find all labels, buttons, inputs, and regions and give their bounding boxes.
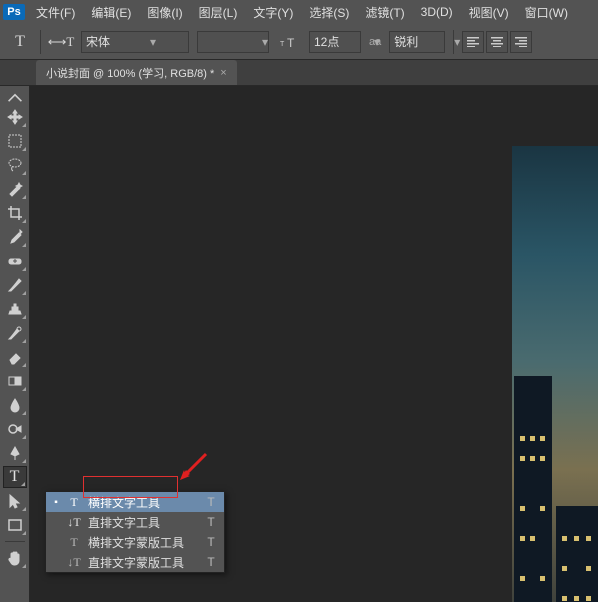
menu-select[interactable]: 选择(S) bbox=[301, 0, 357, 24]
chevron-down-icon: ▾ bbox=[454, 35, 460, 49]
type-tool-flyout: ▪ T 横排文字工具 T ↓T 直排文字工具 T T 横排文字蒙版工具 T ↓T… bbox=[45, 491, 225, 573]
type-mask-icon: T bbox=[66, 535, 82, 550]
eraser-tool[interactable] bbox=[3, 346, 27, 368]
antialias-dropdown[interactable]: 锐利 ▾ bbox=[389, 31, 445, 53]
menu-filter[interactable]: 滤镜(T) bbox=[357, 0, 412, 24]
brush-tool[interactable] bbox=[3, 274, 27, 296]
collapse-icon[interactable] bbox=[3, 92, 27, 104]
svg-text:T: T bbox=[280, 41, 285, 48]
document-tab-title: 小说封面 @ 100% (学习, RGB/8) * bbox=[46, 65, 214, 81]
text-align-group bbox=[462, 31, 532, 53]
type-icon: T bbox=[66, 495, 82, 510]
menu-view[interactable]: 视图(V) bbox=[461, 0, 517, 24]
chevron-down-icon: ▾ bbox=[262, 35, 268, 49]
pen-tool[interactable] bbox=[3, 442, 27, 464]
flyout-shortcut: T bbox=[204, 515, 218, 529]
menu-image[interactable]: 图像(I) bbox=[139, 0, 190, 24]
options-bar: T ⟷T 宋体 ▾ ▾ TT 12点 ▾ aa 锐利 ▾ bbox=[0, 24, 598, 60]
menu-file[interactable]: 文件(F) bbox=[28, 0, 83, 24]
active-dot-icon: ▪ bbox=[52, 497, 60, 508]
flyout-horizontal-type-mask[interactable]: T 横排文字蒙版工具 T bbox=[46, 532, 224, 552]
align-right-button[interactable] bbox=[510, 31, 532, 53]
text-orientation-icon[interactable]: ⟷T bbox=[49, 30, 73, 54]
hand-tool[interactable] bbox=[3, 547, 27, 569]
menu-window[interactable]: 窗口(W) bbox=[517, 0, 576, 24]
marquee-tool[interactable] bbox=[3, 130, 27, 152]
dodge-tool[interactable] bbox=[3, 418, 27, 440]
flyout-vertical-type-mask[interactable]: ↓T 直排文字蒙版工具 T bbox=[46, 552, 224, 572]
separator bbox=[40, 30, 41, 54]
lasso-tool[interactable] bbox=[3, 154, 27, 176]
antialias-label: aa bbox=[369, 36, 381, 48]
history-brush-tool[interactable] bbox=[3, 322, 27, 344]
tool-preset-icon[interactable]: T bbox=[8, 30, 32, 54]
align-left-button[interactable] bbox=[462, 31, 484, 53]
gradient-tool[interactable] bbox=[3, 370, 27, 392]
app-logo: Ps bbox=[0, 0, 28, 24]
font-family-value: 宋体 bbox=[86, 33, 146, 50]
font-size-value: 12点 bbox=[314, 33, 374, 50]
annotation-arrow-icon bbox=[178, 452, 208, 487]
font-weight-dropdown[interactable]: ▾ bbox=[197, 31, 269, 53]
magic-wand-tool[interactable] bbox=[3, 178, 27, 200]
align-center-button[interactable] bbox=[486, 31, 508, 53]
move-tool[interactable] bbox=[3, 106, 27, 128]
flyout-label: 横排文字蒙版工具 bbox=[88, 534, 198, 551]
separator bbox=[453, 30, 454, 54]
clone-stamp-tool[interactable] bbox=[3, 298, 27, 320]
separator bbox=[5, 541, 25, 542]
font-size-dropdown[interactable]: 12点 ▾ bbox=[309, 31, 361, 53]
menu-edit[interactable]: 编辑(E) bbox=[83, 0, 139, 24]
toolbox: T bbox=[0, 86, 30, 602]
eyedropper-tool[interactable] bbox=[3, 226, 27, 248]
type-tool[interactable]: T bbox=[3, 466, 27, 488]
path-selection-tool[interactable] bbox=[3, 490, 27, 512]
annotation-highlight-box bbox=[83, 476, 178, 498]
font-size-icon: TT bbox=[277, 30, 301, 54]
svg-text:T: T bbox=[287, 36, 295, 49]
document-canvas bbox=[512, 146, 598, 602]
healing-brush-tool[interactable] bbox=[3, 250, 27, 272]
chevron-down-icon: ▾ bbox=[146, 35, 160, 49]
vertical-type-mask-icon: ↓T bbox=[66, 555, 82, 570]
antialias-value: 锐利 bbox=[394, 33, 454, 50]
close-icon[interactable]: × bbox=[220, 67, 226, 79]
menu-3d[interactable]: 3D(D) bbox=[413, 0, 461, 24]
font-family-dropdown[interactable]: 宋体 ▾ bbox=[81, 31, 189, 53]
crop-tool[interactable] bbox=[3, 202, 27, 224]
menu-type[interactable]: 文字(Y) bbox=[245, 0, 301, 24]
menu-layer[interactable]: 图层(L) bbox=[191, 0, 246, 24]
flyout-shortcut: T bbox=[204, 495, 218, 509]
document-tab-bar: 小说封面 @ 100% (学习, RGB/8) * × bbox=[0, 60, 598, 86]
flyout-label: 直排文字工具 bbox=[88, 514, 198, 531]
flyout-vertical-type[interactable]: ↓T 直排文字工具 T bbox=[46, 512, 224, 532]
blur-tool[interactable] bbox=[3, 394, 27, 416]
flyout-shortcut: T bbox=[204, 555, 218, 569]
vertical-type-icon: ↓T bbox=[66, 515, 82, 530]
flyout-shortcut: T bbox=[204, 535, 218, 549]
flyout-label: 直排文字蒙版工具 bbox=[88, 554, 198, 571]
menu-bar: Ps 文件(F) 编辑(E) 图像(I) 图层(L) 文字(Y) 选择(S) 滤… bbox=[0, 0, 598, 24]
rectangle-tool[interactable] bbox=[3, 514, 27, 536]
document-tab[interactable]: 小说封面 @ 100% (学习, RGB/8) * × bbox=[36, 60, 237, 85]
